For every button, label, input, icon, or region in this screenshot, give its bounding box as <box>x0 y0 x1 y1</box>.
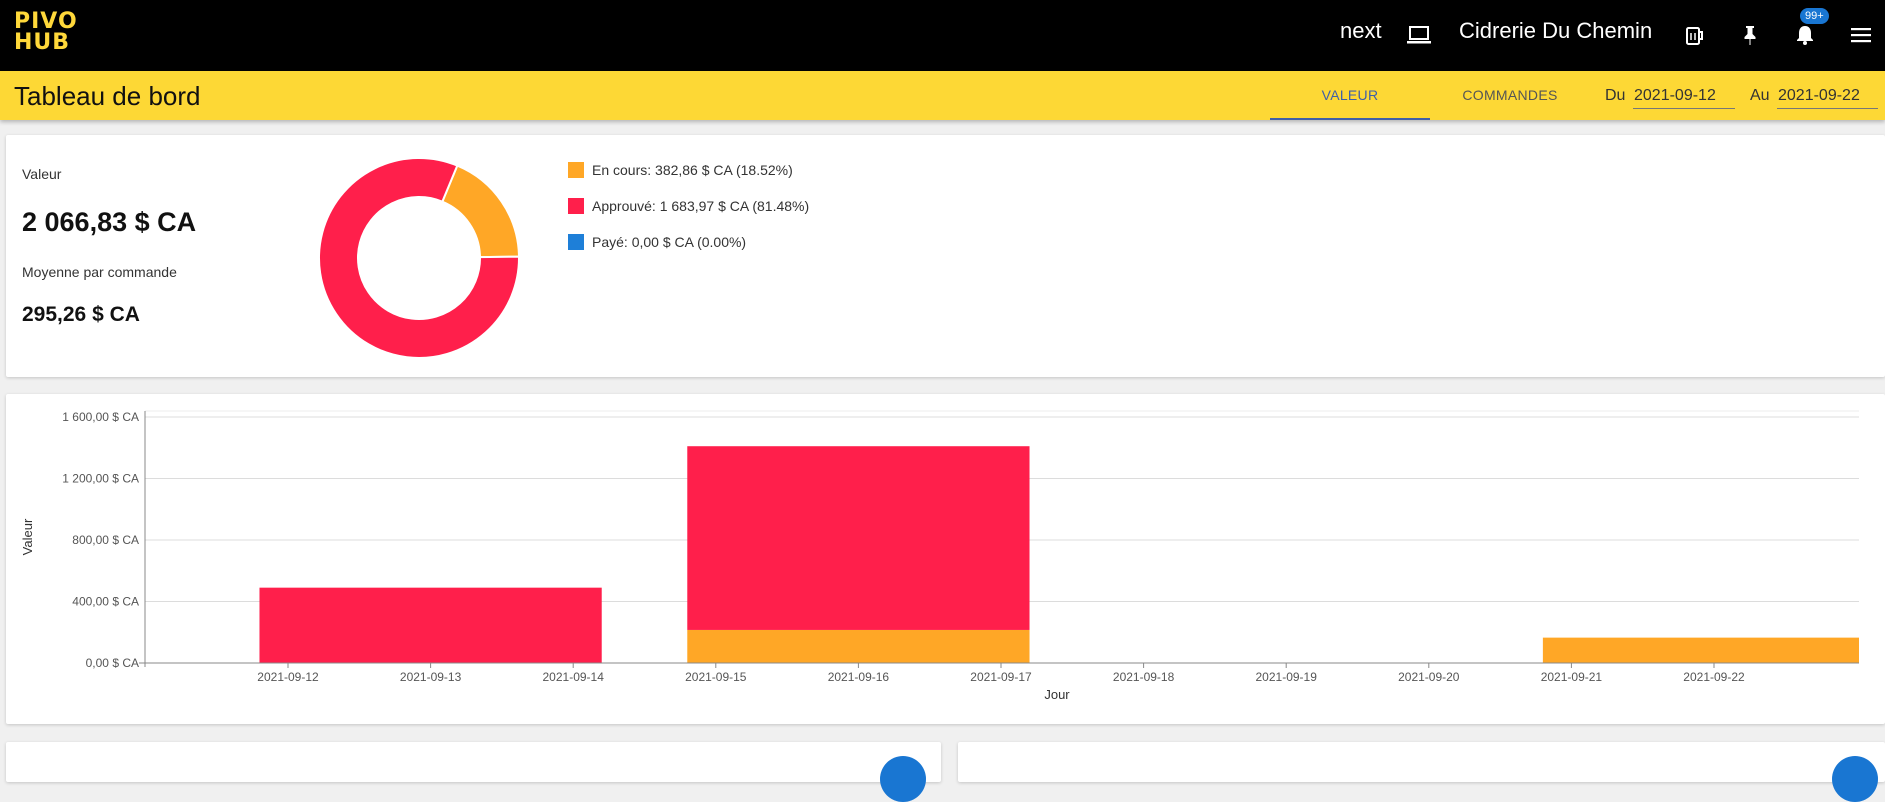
value-label: Valeur <box>22 166 62 182</box>
legend-swatch-paye <box>568 234 584 250</box>
menu-icon[interactable] <box>1846 20 1876 50</box>
logo-line-2: HUB <box>14 30 71 55</box>
legend-label-en-cours: En cours: 382,86 $ CA (18.52%) <box>592 162 793 178</box>
y-tick-label: 1 200,00 $ CA <box>62 472 139 486</box>
x-tick-label: 2021-09-17 <box>970 670 1032 684</box>
bar-1-en-cours[interactable] <box>687 629 1030 663</box>
bottom-right-card <box>958 742 1885 802</box>
bell-icon[interactable] <box>1790 20 1820 50</box>
value-by-day-bar-chart: 0,00 $ CA 400,00 $ CA 800,00 $ CA 1 200,00 … <box>20 410 1859 702</box>
x-tick-label: 2021-09-15 <box>685 670 747 684</box>
x-tick-label: 2021-09-22 <box>1683 670 1745 684</box>
notification-badge: 99+ <box>1800 8 1829 24</box>
legend-label-paye: Payé: 0,00 $ CA (0.00%) <box>592 234 747 250</box>
x-axis-label: Jour <box>1044 687 1070 702</box>
y-tick-label: 800,00 $ CA <box>72 533 139 547</box>
bar-0-approuve[interactable] <box>259 587 602 663</box>
average-label: Moyenne par commande <box>22 264 177 280</box>
environment-label: next <box>1340 18 1382 43</box>
y-axis-label: Valeur <box>20 518 35 555</box>
y-tick-label: 400,00 $ CA <box>72 595 139 609</box>
bar-2-en-cours[interactable] <box>1542 637 1859 663</box>
x-tick-label: 2021-09-20 <box>1398 670 1460 684</box>
bottom-right-fab[interactable] <box>1832 756 1878 802</box>
x-tick-label: 2021-09-21 <box>1541 670 1603 684</box>
pivohub-logo[interactable]: PIVO HUB <box>14 9 78 55</box>
legend-paye[interactable]: Payé: 0,00 $ CA (0.00%) <box>568 233 746 251</box>
from-date-label: Du <box>1605 87 1626 104</box>
donut-slice-0[interactable] <box>441 164 521 259</box>
y-tick-label: 0,00 $ CA <box>86 656 139 670</box>
bottom-left-card <box>6 742 941 802</box>
x-tick-label: 2021-09-16 <box>828 670 890 684</box>
legend-approuve[interactable]: Approuvé: 1 683,97 $ CA (81.48%) <box>568 197 809 215</box>
status-donut-chart <box>318 157 521 359</box>
pin-icon[interactable] <box>1735 20 1765 50</box>
value-by-day-card: 0,00 $ CA 400,00 $ CA 800,00 $ CA 1 200,00 … <box>6 394 1885 724</box>
to-date-label: Au <box>1750 87 1770 104</box>
x-tick-label: 2021-09-12 <box>257 670 319 684</box>
y-tick-label: 1 600,00 $ CA <box>62 410 139 424</box>
legend-swatch-en-cours <box>568 162 584 178</box>
average-value: 295,26 $ CA <box>22 303 140 326</box>
laptop-icon[interactable] <box>1404 20 1434 50</box>
legend-label-approuve: Approuvé: 1 683,97 $ CA (81.48%) <box>592 198 810 214</box>
top-app-bar: PIVO HUB next Cidrerie Du Chemin 99+ <box>0 0 1885 71</box>
x-tick-label: 2021-09-14 <box>543 670 605 684</box>
legend-en-cours[interactable]: En cours: 382,86 $ CA (18.52%) <box>568 161 793 179</box>
page-title: Tableau de bord <box>14 81 201 111</box>
x-tick-label: 2021-09-19 <box>1256 670 1318 684</box>
bottom-left-fab[interactable] <box>880 756 926 802</box>
bar-1-approuve[interactable] <box>687 446 1030 630</box>
beer-mug-icon[interactable] <box>1680 20 1710 50</box>
dashboard-header: Tableau de bord VALEUR COMMANDES Du Au <box>0 71 1885 120</box>
to-date-input[interactable] <box>1777 83 1878 109</box>
from-date-input[interactable] <box>1633 83 1735 109</box>
company-selector[interactable]: Cidrerie Du Chemin <box>1459 18 1652 44</box>
tab-commandes[interactable]: COMMANDES <box>1430 71 1590 120</box>
summary-card: Valeur 2 066,83 $ CA Moyenne par command… <box>6 135 1885 377</box>
x-tick-label: 2021-09-18 <box>1113 670 1175 684</box>
tab-valeur[interactable]: VALEUR <box>1270 71 1430 120</box>
x-tick-label: 2021-09-13 <box>400 670 462 684</box>
total-value: 2 066,83 $ CA <box>22 207 197 237</box>
logo-line-1: PIVO <box>14 9 78 34</box>
legend-swatch-approuve <box>568 198 584 214</box>
